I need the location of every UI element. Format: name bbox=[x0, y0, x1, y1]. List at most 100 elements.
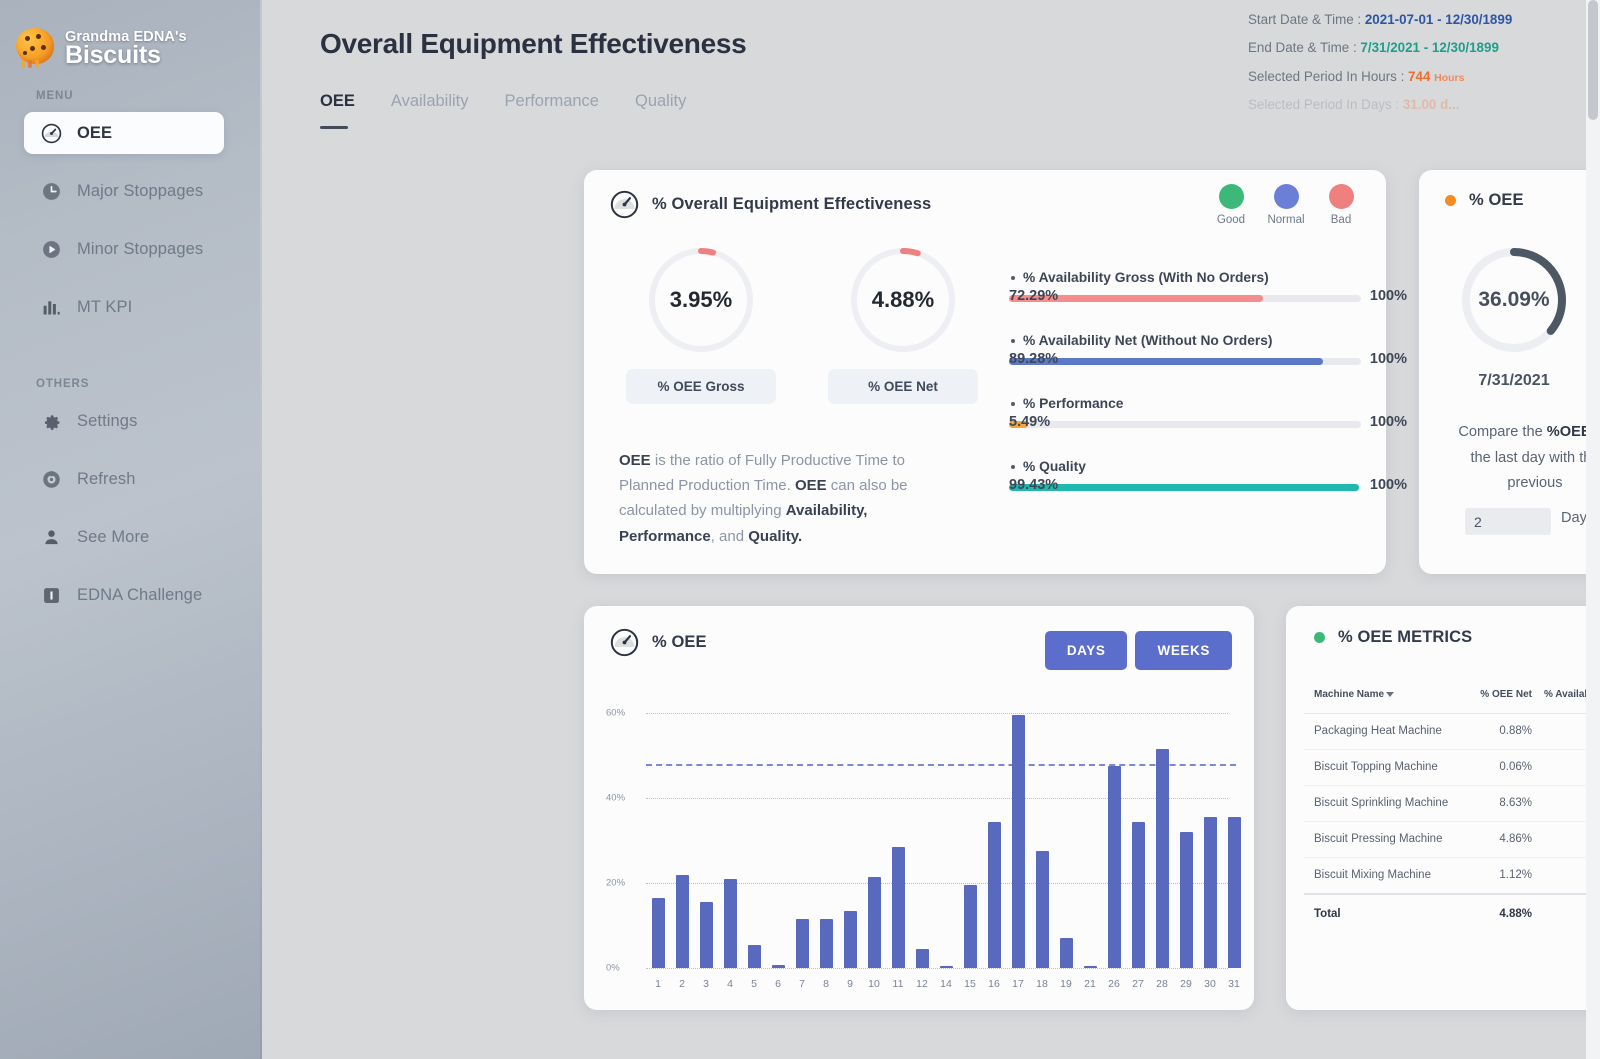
sidebar-item-label: EDNA Challenge bbox=[77, 585, 203, 604]
sidebar-item-settings[interactable]: Settings bbox=[24, 400, 224, 442]
legend-item: Good bbox=[1208, 184, 1254, 226]
sidebar-item-minor-stoppages[interactable]: Minor Stoppages bbox=[24, 228, 224, 270]
table-row[interactable]: Biscuit Mixing Machine1.12%89.86%1.26%99… bbox=[1304, 857, 1600, 895]
oee-description: OEE is the ratio of Fully Productive Tim… bbox=[619, 452, 908, 545]
y-tick-label: 60% bbox=[606, 707, 626, 719]
metric-bar-item: % Quality 99.43% 100% bbox=[1009, 459, 1407, 493]
x-tick-label: 17 bbox=[1012, 978, 1024, 990]
oee-bar-chart: 0% 20% 40% 60% 1 2 3 4 5 6 7 8 9 10 11 12 14 15 16 17 18 19 21… bbox=[606, 692, 1241, 994]
sidebar-item-major-stoppages[interactable]: Major Stoppages bbox=[24, 170, 224, 212]
legend-label: Bad bbox=[1330, 214, 1352, 226]
tab-quality[interactable]: Quality bbox=[635, 92, 686, 117]
page-scrollbar-thumb[interactable] bbox=[1588, 0, 1598, 120]
sort-caret-icon[interactable] bbox=[1386, 691, 1395, 697]
sidebar-item-label: Refresh bbox=[77, 469, 136, 488]
page-scrollbar[interactable] bbox=[1586, 0, 1600, 1059]
oee-metric-bars: % Availability Gross (With No Orders) 72.… bbox=[1009, 270, 1407, 522]
chart-bar bbox=[651, 897, 665, 968]
gauge-icon bbox=[610, 190, 639, 219]
table-row[interactable]: Packaging Heat Machine0.88%99.63%0.89%99… bbox=[1304, 713, 1600, 750]
period-days-row: Selected Period In Days : 31.00 d... bbox=[1248, 95, 1578, 114]
chart-bar bbox=[1011, 715, 1025, 968]
sidebar-item-see-more[interactable]: See More bbox=[24, 516, 224, 558]
gauge-icon bbox=[610, 628, 639, 657]
oee-net-cell: 0.06% bbox=[1474, 749, 1538, 786]
x-tick-label: 9 bbox=[847, 978, 853, 990]
metric-bar-item: % Availability Net (Without No Orders) 89… bbox=[1009, 333, 1407, 367]
x-tick-label: 18 bbox=[1036, 978, 1048, 990]
chart-bar bbox=[1203, 817, 1217, 968]
end-date-value: 7/31/2021 - 12/30/1899 bbox=[1360, 40, 1499, 56]
chart-bar bbox=[1179, 832, 1193, 968]
latest-day-card: % OEE LATEST DAY 36.09% 7/31/2021 65.01%… bbox=[1419, 170, 1600, 574]
oee-net-cell: 1.12% bbox=[1474, 857, 1538, 895]
table-total-row: Total4.88%89.28%5.49%99.43% bbox=[1304, 892, 1600, 932]
period-hours-unit: Hours bbox=[1434, 71, 1465, 84]
chart-bar bbox=[891, 847, 905, 968]
machine-name-cell: Biscuit Sprinkling Machine bbox=[1304, 785, 1475, 822]
oee-ring-caption: % OEE Gross bbox=[626, 369, 776, 404]
clock-play-icon bbox=[43, 240, 60, 258]
tab-oee[interactable]: OEE bbox=[320, 92, 355, 129]
meta-fade-overlay bbox=[1260, 120, 1600, 156]
sidebar-item-mt-kpi[interactable]: MT KPI bbox=[24, 286, 224, 328]
x-tick-label: 19 bbox=[1060, 978, 1072, 990]
chart-bar bbox=[1155, 749, 1169, 968]
menu-list: OEE Major Stoppages Minor Stoppages MT KPI bbox=[0, 112, 262, 328]
chart-bar bbox=[675, 874, 689, 968]
chart-card-title: % OEE bbox=[652, 633, 707, 651]
chart-plot-area bbox=[646, 692, 1241, 968]
table-row[interactable]: Biscuit Pressing Machine4.86%95.40%5.13%… bbox=[1304, 821, 1600, 858]
oee-ring-group: 3.95% % OEE Gross 4.88% % OEE Net bbox=[626, 248, 978, 404]
tab-availability[interactable]: Availability bbox=[391, 92, 469, 117]
table-column-header[interactable]: % OEE Net bbox=[1474, 678, 1538, 714]
refresh-icon bbox=[43, 470, 60, 488]
sidebar-item-edna-challenge[interactable]: EDNA Challenge bbox=[24, 574, 224, 616]
metric-bar-max: 100% bbox=[1369, 288, 1407, 304]
oee-ring-value: 3.95% bbox=[669, 287, 733, 312]
chart-bar bbox=[1059, 938, 1073, 968]
legend-item: Bad bbox=[1318, 184, 1364, 226]
x-tick-label: 6 bbox=[775, 978, 781, 990]
chart-bar bbox=[723, 878, 737, 968]
latest-ring-block: 36.09% 7/31/2021 bbox=[1459, 248, 1569, 390]
sidebar: Grandma EDNA's Biscuits MENU OEE Major St… bbox=[0, 0, 262, 1059]
machine-name-cell: Biscuit Mixing Machine bbox=[1304, 857, 1475, 895]
metric-bar-track: 5.49% 100% bbox=[1009, 414, 1407, 430]
x-tick-label: 16 bbox=[988, 978, 1000, 990]
x-tick-label: 28 bbox=[1156, 978, 1168, 990]
table-column-header[interactable]: Machine Name bbox=[1304, 678, 1475, 714]
legend-item: Normal bbox=[1263, 184, 1309, 226]
days-button[interactable]: DAYS bbox=[1044, 631, 1128, 670]
chart-bar bbox=[963, 885, 977, 968]
table-row[interactable]: Biscuit Sprinkling Machine8.63%93.08%9.3… bbox=[1304, 785, 1600, 822]
start-date-label: Start Date & Time : bbox=[1248, 12, 1362, 27]
metric-bar-item: % Performance 5.49% 100% bbox=[1009, 396, 1407, 430]
metric-bar-label: % Quality bbox=[1009, 459, 1361, 474]
latest-oee-ring: 36.09% bbox=[1462, 248, 1566, 352]
x-tick-label: 11 bbox=[892, 978, 904, 990]
table-row[interactable]: Biscuit Topping Machine0.06%99.99%0.07%9… bbox=[1304, 749, 1600, 786]
chart-bar bbox=[915, 948, 929, 968]
latest-date: 7/31/2021 bbox=[1478, 372, 1550, 389]
weeks-button[interactable]: WEEKS bbox=[1135, 631, 1232, 670]
chart-bar bbox=[699, 902, 713, 968]
period-hours-label: Selected Period In Hours : bbox=[1248, 68, 1405, 84]
table-body: Packaging Heat Machine0.88%99.63%0.89%99… bbox=[1304, 713, 1600, 932]
sidebar-item-oee[interactable]: OEE bbox=[24, 112, 224, 154]
sidebar-item-label: OEE bbox=[77, 123, 113, 142]
page-title: Overall Equipment Effectiveness bbox=[320, 28, 747, 59]
x-tick-label: 1 bbox=[655, 978, 661, 990]
chart-bar bbox=[867, 876, 881, 968]
tab-performance[interactable]: Performance bbox=[505, 92, 599, 117]
chart-bar bbox=[939, 965, 953, 968]
status-legend: Good Normal Bad bbox=[1208, 184, 1364, 226]
latest-ring-value: 36.09% bbox=[1478, 288, 1550, 311]
sidebar-item-refresh[interactable]: Refresh bbox=[24, 458, 224, 500]
oee-ring-value: 4.88% bbox=[871, 287, 935, 312]
x-tick-label: 29 bbox=[1180, 978, 1192, 990]
compare-days-input[interactable] bbox=[1465, 508, 1551, 535]
compare-description: Compare the %OEE for the last day with t… bbox=[1458, 424, 1600, 492]
oee-ring: 3.95% bbox=[649, 248, 753, 352]
period-days-label: Selected Period In Days : bbox=[1248, 97, 1400, 113]
